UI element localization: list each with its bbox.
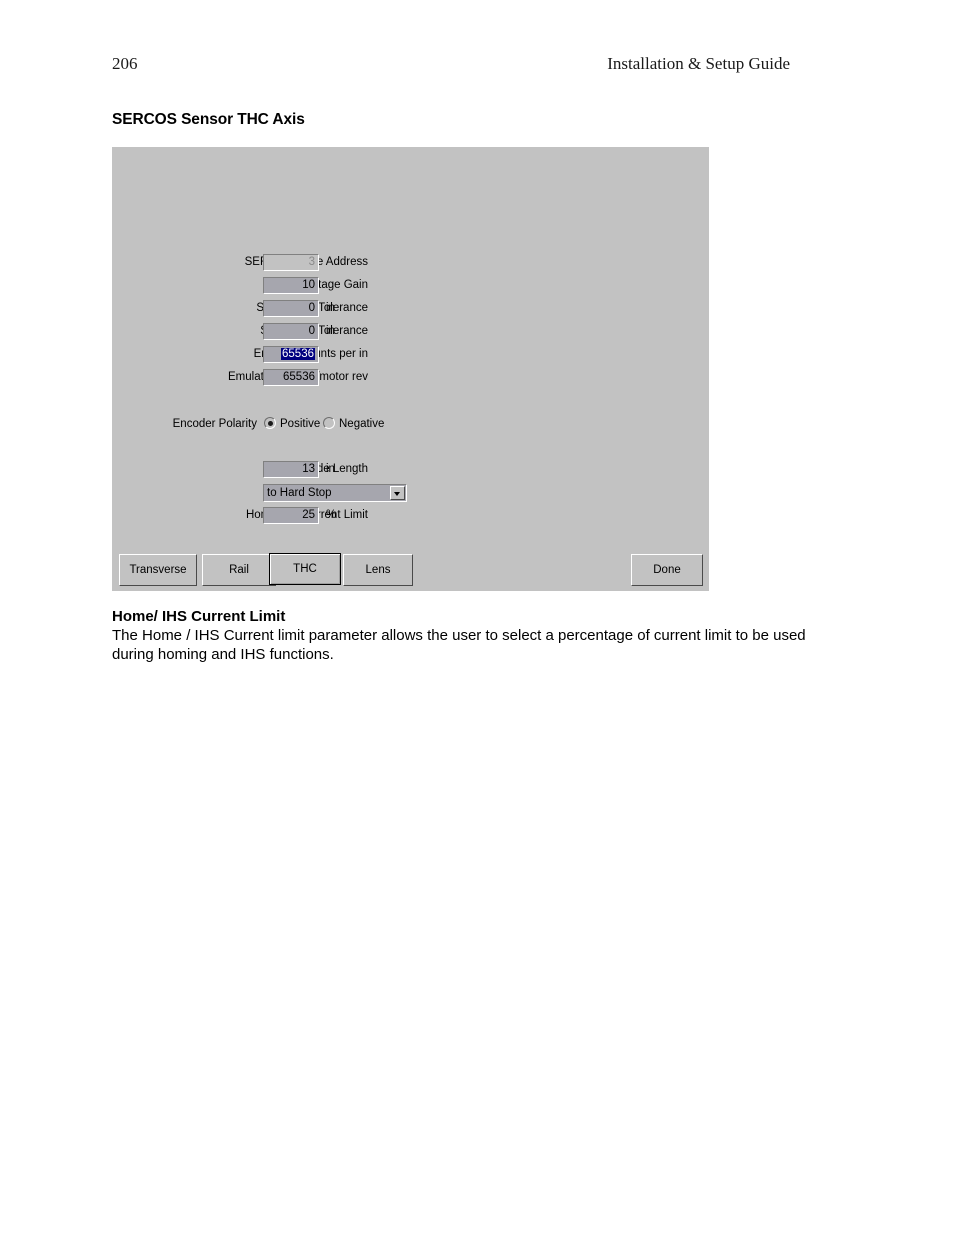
unit-home-ihs-current-limit: % [326, 509, 337, 521]
input-servo-error-tolerance[interactable]: 0 [263, 300, 319, 317]
thc-button[interactable]: THC [269, 553, 341, 585]
unit-slide-length: in [326, 463, 335, 475]
input-stall-force-tolerance[interactable]: 0 [263, 323, 319, 340]
input-slide-length[interactable]: 13 [263, 461, 319, 478]
label-encoder-polarity: Encoder Polarity [172, 418, 257, 430]
encoder-polarity-group: Encoder Polarity Positive Negative [112, 416, 709, 434]
input-encoder-counts-per-in[interactable]: 65536 [263, 346, 319, 363]
value-encoder-counts-per-in: 65536 [281, 348, 315, 360]
sercos-thc-axis-dialog: SERCOS Drive Address 3 Voltage Gain 10 S… [112, 147, 709, 591]
label-encoder-polarity-negative[interactable]: Negative [339, 417, 384, 432]
page-number: 206 [112, 54, 138, 73]
transverse-button[interactable]: Transverse [119, 554, 197, 586]
label-sercos-drive-address: SERCOS Drive Address [245, 256, 368, 268]
value-home-ihs-current-limit: 25 [302, 509, 315, 521]
input-sercos-drive-address[interactable]: 3 [263, 254, 319, 271]
lens-button[interactable]: Lens [343, 554, 413, 586]
value-voltage-gain: 10 [302, 279, 315, 291]
input-emulated-counts-per-motor-rev[interactable]: 65536 [263, 369, 319, 386]
input-home-ihs-current-limit[interactable]: 25 [263, 507, 319, 524]
value-stall-force-tolerance: 0 [308, 325, 315, 337]
value-emulated-counts-per-motor-rev: 65536 [283, 371, 315, 383]
input-voltage-gain[interactable]: 10 [263, 277, 319, 294]
value-sercos-drive-address: 3 [308, 256, 315, 268]
unit-stall-force-tolerance: in [326, 325, 335, 337]
article-paragraph: The Home / IHS Current limit parameter a… [112, 627, 806, 663]
label-encoder-polarity-positive[interactable]: Positive [280, 417, 320, 432]
rail-button[interactable]: Rail [202, 554, 276, 586]
page-title: SERCOS Sensor THC Axis [112, 111, 305, 128]
guide-title: Installation & Setup Guide [607, 54, 790, 73]
select-home[interactable]: to Hard Stop [263, 484, 407, 502]
value-home: to Hard Stop [267, 487, 332, 499]
value-servo-error-tolerance: 0 [308, 302, 315, 314]
page-running-header: 206 Installation & Setup Guide [112, 54, 812, 78]
done-button[interactable]: Done [631, 554, 703, 586]
label-emulated-counts-per-motor-rev: Emulated Counts/motor rev [228, 371, 368, 383]
value-slide-length: 13 [302, 463, 315, 475]
radio-encoder-polarity-positive[interactable] [264, 417, 276, 429]
chevron-down-icon[interactable] [390, 486, 405, 500]
article-heading: Home/ IHS Current Limit [112, 608, 286, 625]
unit-servo-error-tolerance: in [326, 302, 335, 314]
label-voltage-gain: Voltage Gain [302, 279, 368, 291]
label-encoder-counts-per-in: Encoder Counts per in [254, 348, 368, 360]
radio-encoder-polarity-negative[interactable] [323, 417, 335, 429]
